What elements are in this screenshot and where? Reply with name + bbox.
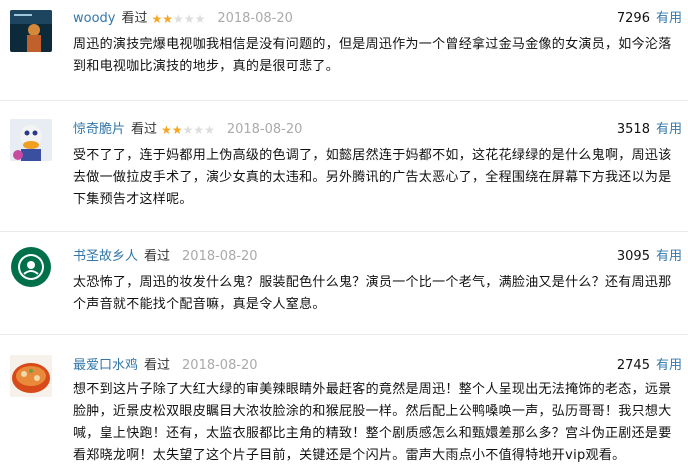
star-icon: ★ — [151, 12, 163, 26]
avatar[interactable] — [10, 355, 52, 397]
star-icon: ★ — [171, 123, 183, 137]
useful-button[interactable]: 有用 — [656, 249, 682, 264]
comment-date: 2018-08-20 — [217, 11, 293, 26]
comment-date: 2018-08-20 — [226, 122, 303, 137]
watch-status: 看过 — [121, 11, 148, 26]
comment-text: 受不了了，连于妈都用上伪高级的色调了，如懿居然连于妈都不如，这花花绿绿的是什么鬼… — [73, 148, 672, 207]
star-icon: ★ — [173, 12, 184, 26]
comment-header: 最爱口水鸡 看过 2018-08-20 2745 有用 — [73, 356, 688, 376]
star-icon: ★ — [162, 12, 174, 26]
vote-count: 2745 — [616, 358, 650, 373]
avatar[interactable] — [10, 119, 52, 161]
username-link[interactable]: woody — [73, 11, 116, 26]
star-icon: ★ — [182, 123, 194, 137]
star-icon: ★ — [193, 123, 205, 137]
comment-text: 太恐怖了，周迅的妆发什么鬼？服装配色什么鬼？演员一个比一个老气，满脸油又是什么？… — [73, 275, 672, 312]
rating-stars: ★★★★★ — [161, 120, 215, 140]
comment-header: woody 看过 ★★★★★ 2018-08-20 7296 有用 — [73, 9, 688, 29]
vote-count: 3518 — [616, 122, 650, 137]
comment-item: 惊奇脆片 看过 ★★★★★ 2018-08-20 3518 有用 受不了了，连于妈都用上… — [0, 101, 688, 231]
useful-button[interactable]: 有用 — [656, 11, 682, 26]
useful-button[interactable]: 有用 — [656, 122, 682, 137]
comment-item: 书圣故乡人 看过 2018-08-20 3095 有用 太恐怖了，周迅的妆发什么鬼？服… — [0, 232, 688, 332]
comment-date: 2018-08-20 — [182, 249, 258, 264]
vote-count: 7296 — [616, 11, 650, 26]
avatar[interactable] — [10, 246, 52, 288]
username-link[interactable]: 书圣故乡人 — [73, 249, 138, 264]
vote-area: 3095 有用 — [617, 247, 682, 267]
comment-date: 2018-08-20 — [182, 358, 258, 373]
comment-item: 最爱口水鸡 看过 2018-08-20 2745 有用 想不到这片子除了大红大绿的审美… — [0, 335, 688, 466]
avatar[interactable] — [10, 10, 52, 52]
vote-area: 7296 有用 — [617, 9, 682, 29]
useful-button[interactable]: 有用 — [656, 358, 682, 373]
username-link[interactable]: 最爱口水鸡 — [73, 358, 138, 373]
rating-stars: ★★★★★ — [152, 9, 206, 29]
username-link[interactable]: 惊奇脆片 — [73, 122, 125, 137]
star-icon: ★ — [183, 12, 195, 26]
star-icon: ★ — [161, 123, 172, 137]
watch-status: 看过 — [144, 249, 171, 264]
vote-count: 3095 — [616, 249, 650, 264]
vote-area: 2745 有用 — [617, 356, 682, 376]
comment-header: 书圣故乡人 看过 2018-08-20 3095 有用 — [73, 247, 688, 267]
comment-header: 惊奇脆片 看过 ★★★★★ 2018-08-20 3518 有用 — [73, 120, 688, 140]
comment-text: 周迅的演技完爆电视咖我相信是没有问题的，但是周迅作为一个曾经拿过金马金像的女演员… — [73, 37, 672, 74]
comment-item: woody 看过 ★★★★★ 2018-08-20 7296 有用 周迅的演技完爆电视咖… — [0, 0, 688, 100]
watch-status: 看过 — [144, 358, 171, 373]
comment-text: 想不到这片子除了大红大绿的审美辣眼睛外最赶客的竟然是周迅！整个人呈现出无法掩饰的… — [73, 382, 672, 463]
star-icon: ★ — [204, 123, 215, 137]
star-icon: ★ — [194, 12, 206, 26]
watch-status: 看过 — [131, 122, 158, 137]
vote-area: 3518 有用 — [617, 120, 682, 140]
